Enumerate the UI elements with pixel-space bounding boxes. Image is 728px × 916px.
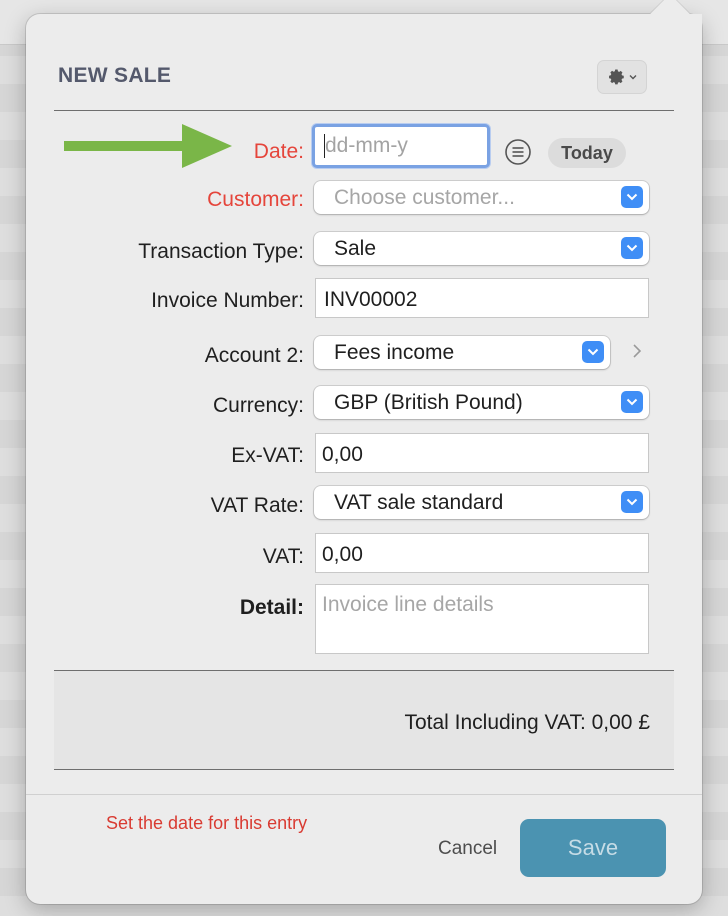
vat-rate-value: VAT sale standard [334, 491, 504, 514]
chevron-down-icon [621, 491, 643, 513]
detail-label: Detail: [239, 596, 304, 619]
transaction-type-select[interactable]: Sale [314, 232, 649, 265]
date-input[interactable]: dd-mm-y [312, 124, 490, 168]
vat-label: VAT: [262, 545, 304, 568]
cancel-button[interactable]: Cancel [438, 838, 497, 860]
today-button[interactable]: Today [548, 138, 626, 168]
title-divider [54, 110, 674, 111]
transaction-type-value: Sale [334, 237, 377, 260]
chevron-right-icon[interactable] [632, 343, 642, 359]
customer-placeholder: Choose customer... [334, 186, 515, 209]
settings-menu-button[interactable] [597, 60, 647, 94]
chevron-down-icon [621, 186, 643, 208]
invoice-number-label: Invoice Number: [151, 289, 304, 312]
currency-select[interactable]: GBP (British Pound) [314, 386, 649, 419]
customer-label: Customer: [207, 188, 304, 211]
list-icon[interactable] [504, 138, 532, 166]
vat-input[interactable]: 0,00 [315, 533, 649, 573]
vat-rate-select[interactable]: VAT sale standard [314, 486, 649, 519]
date-label: Date: [253, 140, 304, 163]
hint-text: Set the date for this entry [106, 813, 308, 833]
invoice-number-input[interactable]: INV00002 [315, 278, 649, 318]
vat-rate-label: VAT Rate: [210, 494, 304, 517]
dialog-title: NEW SALE [58, 64, 172, 87]
ex-vat-label: Ex-VAT: [231, 444, 304, 467]
currency-label: Currency: [212, 394, 304, 417]
detail-textarea[interactable]: Invoice line details [315, 584, 649, 654]
chevron-down-icon [621, 237, 643, 259]
account-select[interactable]: Fees income [314, 336, 610, 369]
total-including-vat: Total Including VAT: 0,00 £ [404, 711, 650, 734]
gear-icon [608, 69, 624, 85]
ex-vat-input[interactable]: 0,00 [315, 433, 649, 473]
total-panel: Total Including VAT: 0,00 £ [54, 670, 674, 770]
chevron-down-icon [582, 341, 604, 363]
currency-value: GBP (British Pound) [334, 391, 523, 414]
chevron-down-icon [621, 391, 643, 413]
detail-placeholder: Invoice line details [322, 593, 494, 616]
account-value: Fees income [334, 341, 455, 364]
save-button[interactable]: Save [520, 819, 666, 877]
footer-divider [26, 794, 702, 795]
transaction-type-label: Transaction Type: [138, 240, 304, 263]
date-placeholder: dd-mm-y [325, 134, 408, 157]
account-label: Account 2: [204, 344, 304, 367]
small-chevron-down-icon [629, 75, 636, 80]
customer-select[interactable]: Choose customer... [314, 181, 649, 214]
